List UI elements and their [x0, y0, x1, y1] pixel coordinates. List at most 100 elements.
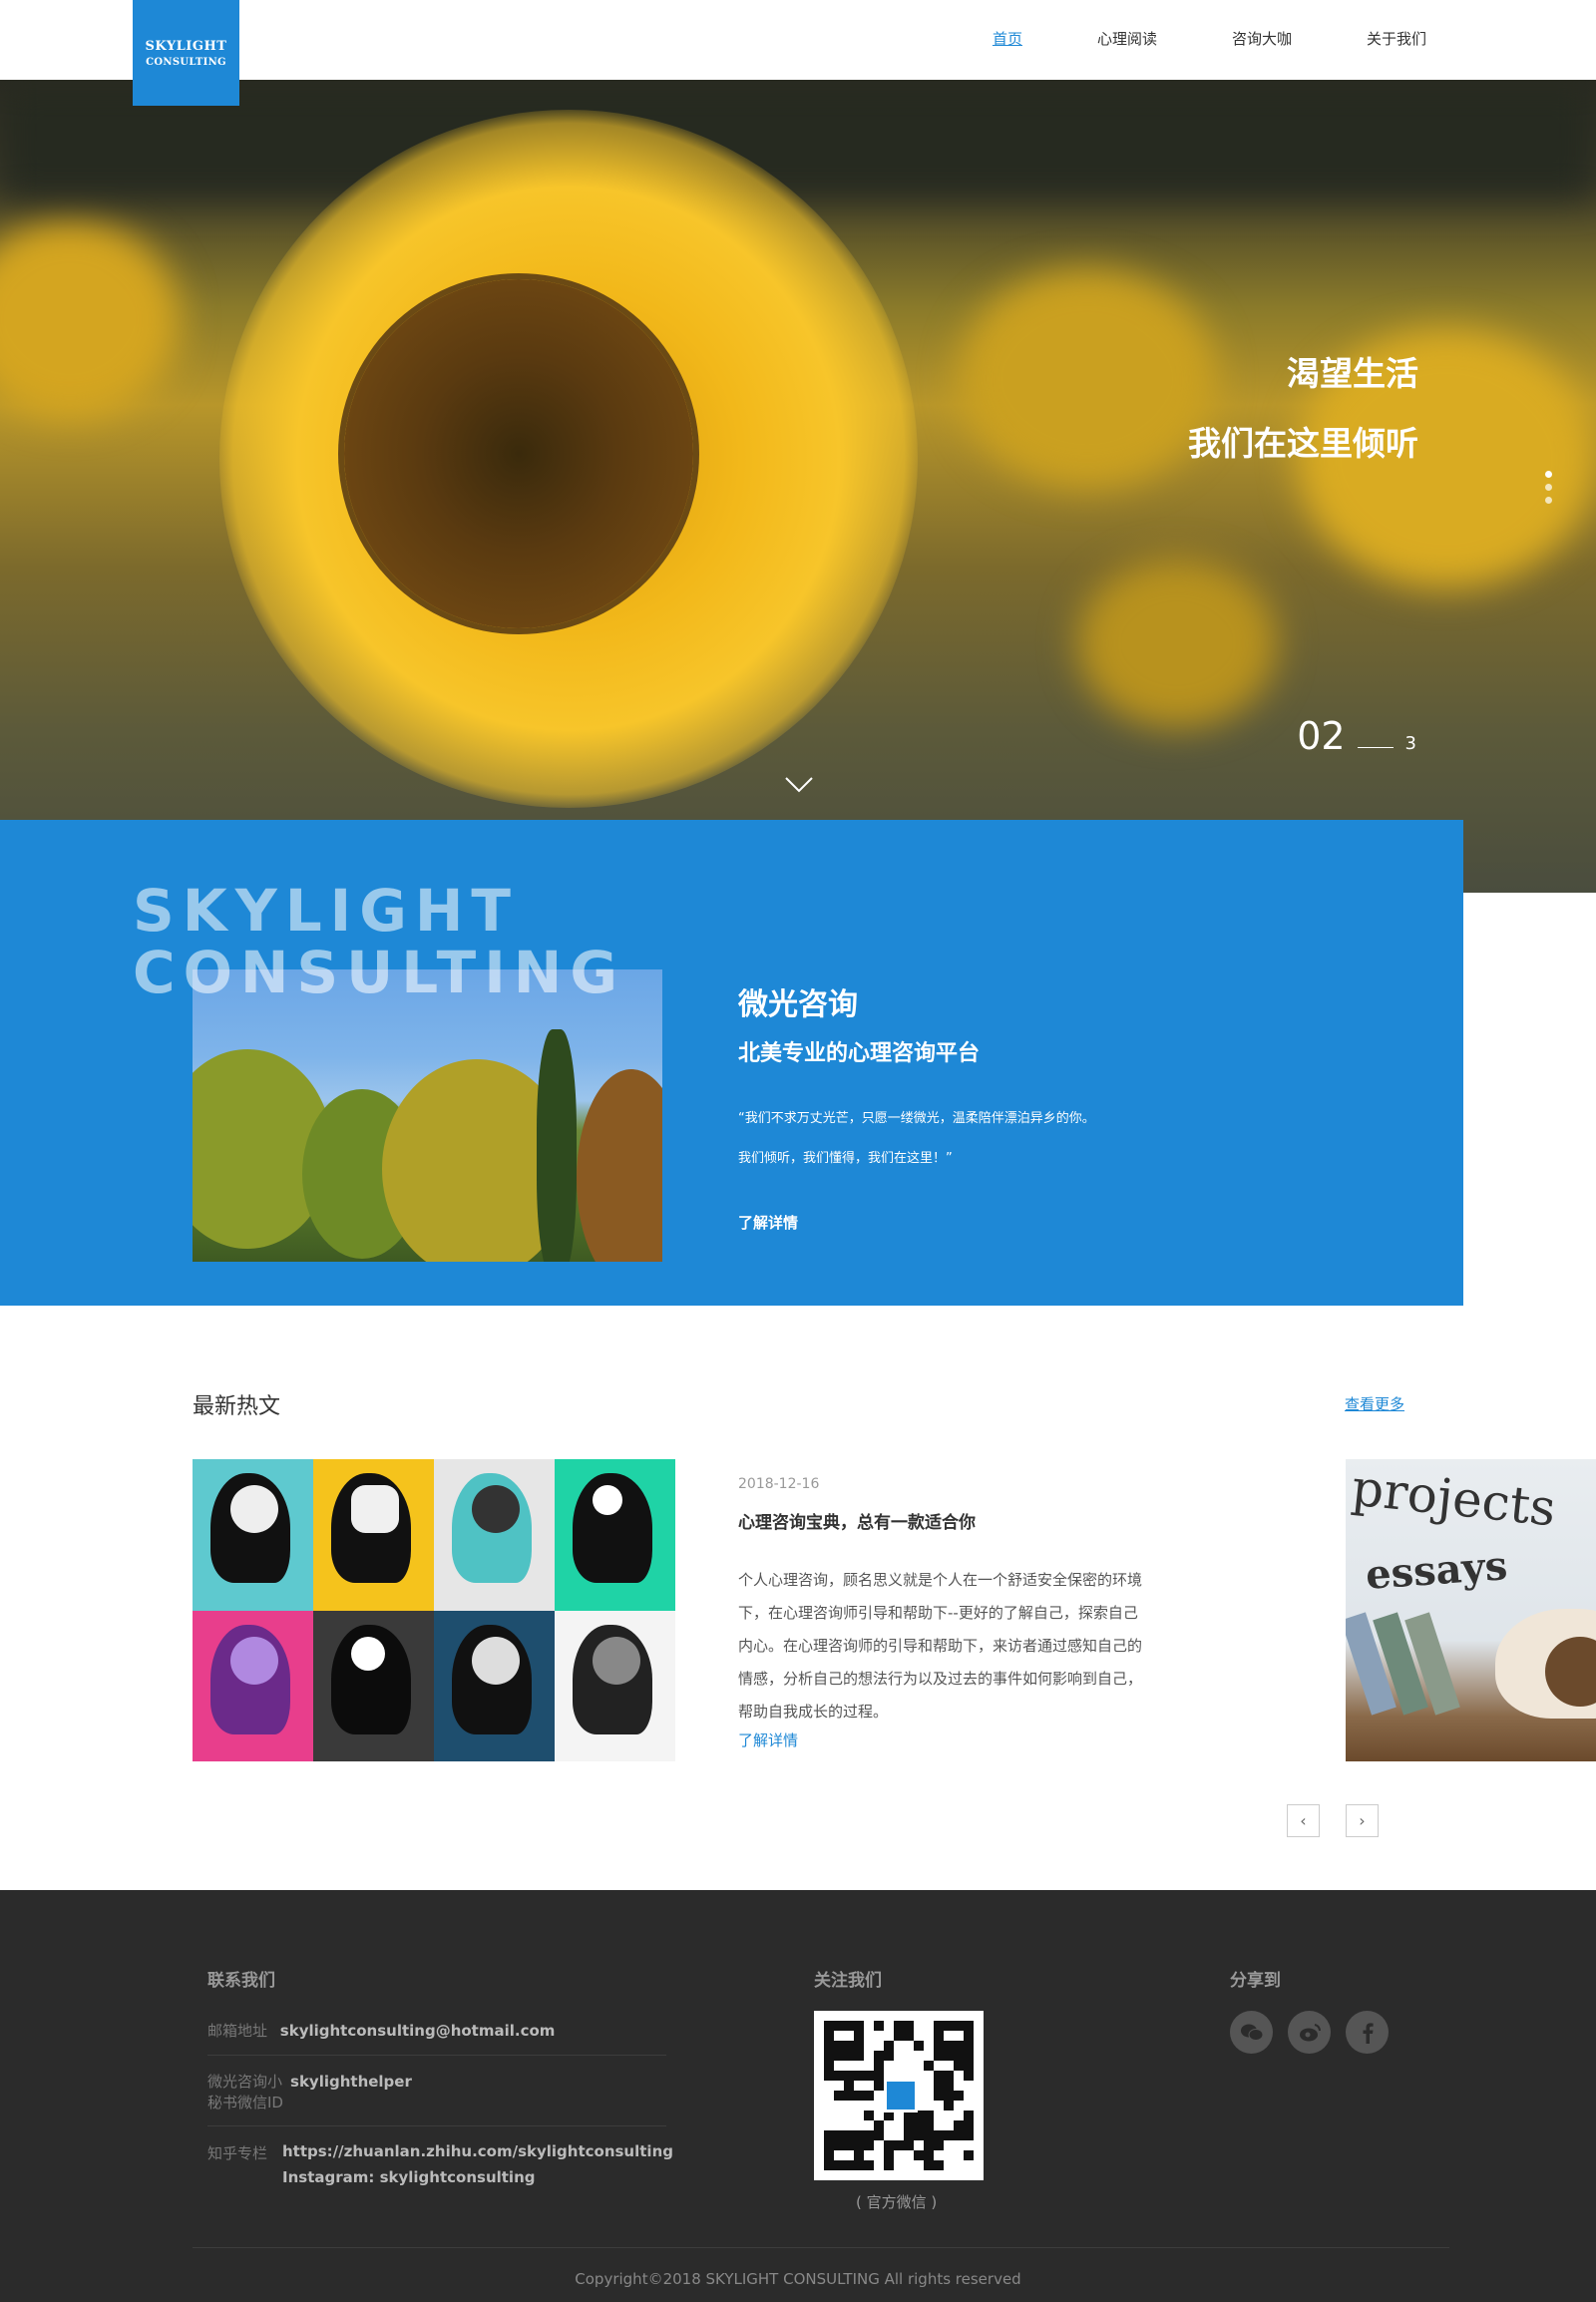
logo-line2: CONSULTING: [146, 56, 226, 68]
qr-cell: [964, 2021, 974, 2031]
qr-cell: [894, 2051, 904, 2061]
nav-about[interactable]: 关于我们: [1367, 28, 1426, 49]
head-pattern: [351, 1485, 399, 1533]
intro-title: 微光咨询: [738, 987, 858, 1022]
qr-cell: [944, 2160, 954, 2170]
qr-cell: [964, 2150, 974, 2160]
slider-dot[interactable]: [1545, 471, 1552, 478]
qr-cell: [954, 2051, 964, 2061]
nav-home[interactable]: 首页: [993, 28, 1022, 49]
qr-cell: [914, 2051, 924, 2061]
qr-cell: [934, 2120, 944, 2130]
tree-shape: [577, 1069, 662, 1262]
intro-section: SKYLIGHT CONSULTING 微光咨询 北美专业的心理咨询平台 “我们…: [0, 820, 1463, 1306]
article-title[interactable]: 心理咨询宝典，总有一款适合你: [738, 1508, 976, 1533]
qr-cell: [934, 2150, 944, 2160]
qr-cell: [904, 2051, 914, 2061]
share-icons: [1230, 2011, 1389, 2054]
qr-cell: [864, 2110, 874, 2120]
qr-cell: [854, 2091, 864, 2101]
qr-cell: [904, 2140, 914, 2150]
next-arrow-icon[interactable]: ›: [1346, 1804, 1379, 1837]
zhihu-value[interactable]: https://zhuanlan.zhihu.com/skylightconsu…: [282, 2142, 673, 2160]
wechat-icon[interactable]: [1230, 2011, 1273, 2054]
qr-cell: [834, 2071, 844, 2081]
qr-cell: [874, 2051, 884, 2061]
qr-cell: [914, 2140, 924, 2150]
qr-cell: [874, 2110, 884, 2120]
head-tile: [193, 1610, 313, 1761]
qr-logo: [884, 2079, 918, 2112]
weibo-icon[interactable]: [1288, 2011, 1331, 2054]
qr-cell: [884, 2051, 894, 2061]
qr-cell: [934, 2091, 944, 2101]
qr-cell: [834, 2130, 844, 2140]
qr-cell: [834, 2041, 844, 2051]
hero-line1: 渴望生活: [1287, 354, 1418, 393]
qr-cell: [924, 2081, 934, 2091]
qr-cell: [934, 2110, 944, 2120]
qr-cell: [834, 2101, 844, 2110]
follow-heading: 关注我们: [814, 1971, 882, 1991]
head-tile: [434, 1459, 555, 1611]
slider-dot[interactable]: [1545, 484, 1552, 491]
qr-cell: [904, 2120, 914, 2130]
head-tile: [555, 1459, 675, 1611]
slide-total: 3: [1404, 733, 1416, 754]
qr-cell: [924, 2071, 934, 2081]
article-more-link[interactable]: 了解详情: [738, 1729, 798, 1750]
facebook-icon[interactable]: [1346, 2011, 1389, 2054]
wechat-value: skylighthelper: [290, 2073, 412, 2091]
wechat-label1: 微光咨询小: [207, 2073, 283, 2091]
qr-cell: [824, 2051, 834, 2061]
qr-cell: [934, 2031, 944, 2041]
qr-cell: [944, 2031, 954, 2041]
qr-cell: [864, 2150, 874, 2160]
qr-cell: [834, 2160, 844, 2170]
qr-cell: [824, 2021, 834, 2031]
qr-cell: [914, 2021, 924, 2031]
qr-cell: [824, 2031, 834, 2041]
qr-cell: [824, 2110, 834, 2120]
qr-cell: [934, 2081, 944, 2091]
intro-more-link[interactable]: 了解详情: [738, 1212, 798, 1233]
qr-cell: [934, 2130, 944, 2140]
divider: [207, 2055, 666, 2056]
qr-cell: [874, 2031, 884, 2041]
next-article-image[interactable]: projects essays: [1346, 1459, 1596, 1761]
head-pattern: [230, 1636, 278, 1685]
qr-cell: [864, 2091, 874, 2101]
qr-cell: [944, 2120, 954, 2130]
qr-cell: [944, 2150, 954, 2160]
qr-cell: [894, 2140, 904, 2150]
qr-cell: [844, 2051, 854, 2061]
main-nav: 首页 心理阅读 咨询大咖 关于我们: [918, 28, 1426, 49]
prev-arrow-icon[interactable]: ‹: [1287, 1804, 1320, 1837]
qr-code: [814, 2011, 984, 2180]
qr-cell: [894, 2031, 904, 2041]
qr-cell: [904, 2061, 914, 2071]
nav-psych-reading[interactable]: 心理阅读: [1097, 28, 1157, 49]
qr-cell: [894, 2021, 904, 2031]
slider-dot[interactable]: [1545, 497, 1552, 504]
instagram-value[interactable]: Instagram: skylightconsulting: [282, 2168, 673, 2186]
qr-cell: [854, 2081, 864, 2091]
qr-cell: [874, 2120, 884, 2130]
qr-cell: [844, 2150, 854, 2160]
qr-cell: [844, 2061, 854, 2071]
nav-consultants[interactable]: 咨询大咖: [1232, 28, 1292, 49]
head-pattern: [472, 1636, 520, 1685]
logo[interactable]: SKYLIGHT CONSULTING: [133, 0, 239, 106]
article-image-heads[interactable]: [193, 1459, 675, 1761]
qr-cell: [924, 2120, 934, 2130]
email-value[interactable]: skylightconsulting@hotmail.com: [280, 2022, 556, 2040]
qr-cell: [964, 2081, 974, 2091]
chevron-down-icon[interactable]: [784, 768, 814, 801]
qr-cell: [834, 2031, 844, 2041]
view-more-link[interactable]: 查看更多: [1345, 1393, 1404, 1414]
wechat-row: 微光咨询小 skylighthelper 秘书微信ID: [207, 2071, 412, 2112]
qr-cell: [944, 2091, 954, 2101]
qr-cell: [944, 2021, 954, 2031]
qr-cell: [864, 2061, 874, 2071]
qr-cell: [964, 2091, 974, 2101]
